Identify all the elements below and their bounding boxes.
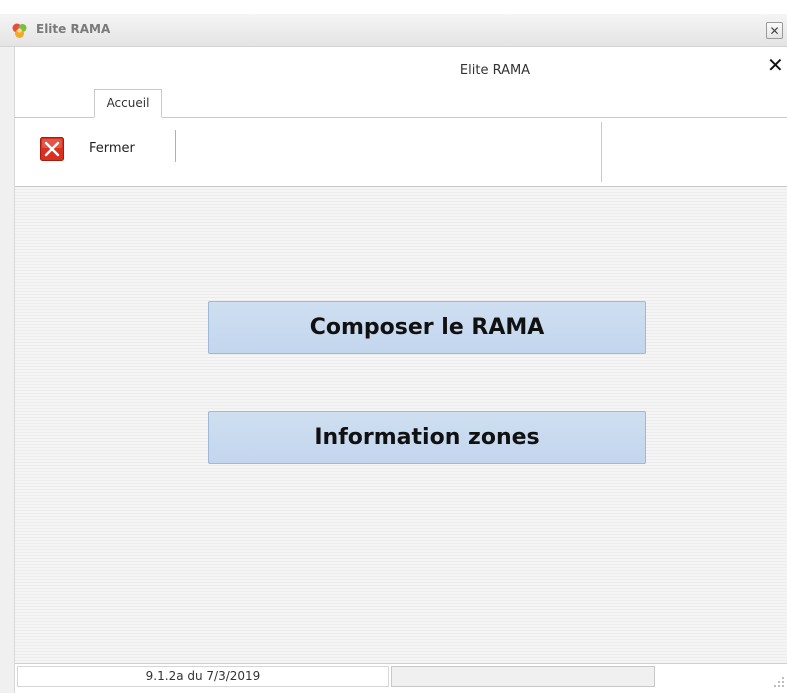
title-bar[interactable]: Elite RAMA ✕ — [0, 14, 787, 47]
grip-dots-icon — [774, 677, 784, 687]
close-icon: ✕ — [769, 24, 780, 38]
resize-grip-icon[interactable] — [773, 676, 785, 688]
information-zones-button[interactable]: Information zones — [208, 411, 646, 464]
fermer-button[interactable]: Fermer — [37, 134, 147, 164]
toolbar-separator — [601, 122, 602, 182]
composer-le-rama-button[interactable]: Composer le RAMA — [208, 301, 646, 354]
tab-accueil[interactable]: Accueil — [94, 89, 162, 118]
fermer-label: Fermer — [89, 141, 135, 156]
window-title: Elite RAMA — [36, 22, 111, 36]
application-window: Elite RAMA ✕ Elite RAMA ✕ Accueil Fermer — [0, 0, 787, 694]
close-icon: ✕ — [767, 53, 784, 77]
window-close-button[interactable]: ✕ — [766, 22, 783, 39]
close-red-square-icon — [40, 137, 64, 161]
ribbon-title: Elite RAMA — [459, 63, 531, 78]
ribbon-toolbar: Fermer — [15, 118, 787, 187]
version-label: 9.1.2a du 7/3/2019 — [17, 666, 389, 687]
app-logo-icon — [12, 23, 27, 38]
toolbar-separator — [175, 130, 176, 162]
ribbon-close-button[interactable]: ✕ — [767, 55, 784, 75]
status-bar: 9.1.2a du 7/3/2019 — [15, 663, 787, 694]
status-progress-panel — [391, 666, 655, 687]
inner-window: Elite RAMA ✕ Accueil Fermer Composer le … — [14, 47, 787, 694]
window-left-edge — [0, 47, 14, 693]
main-content: Composer le RAMA Information zones — [15, 187, 787, 663]
